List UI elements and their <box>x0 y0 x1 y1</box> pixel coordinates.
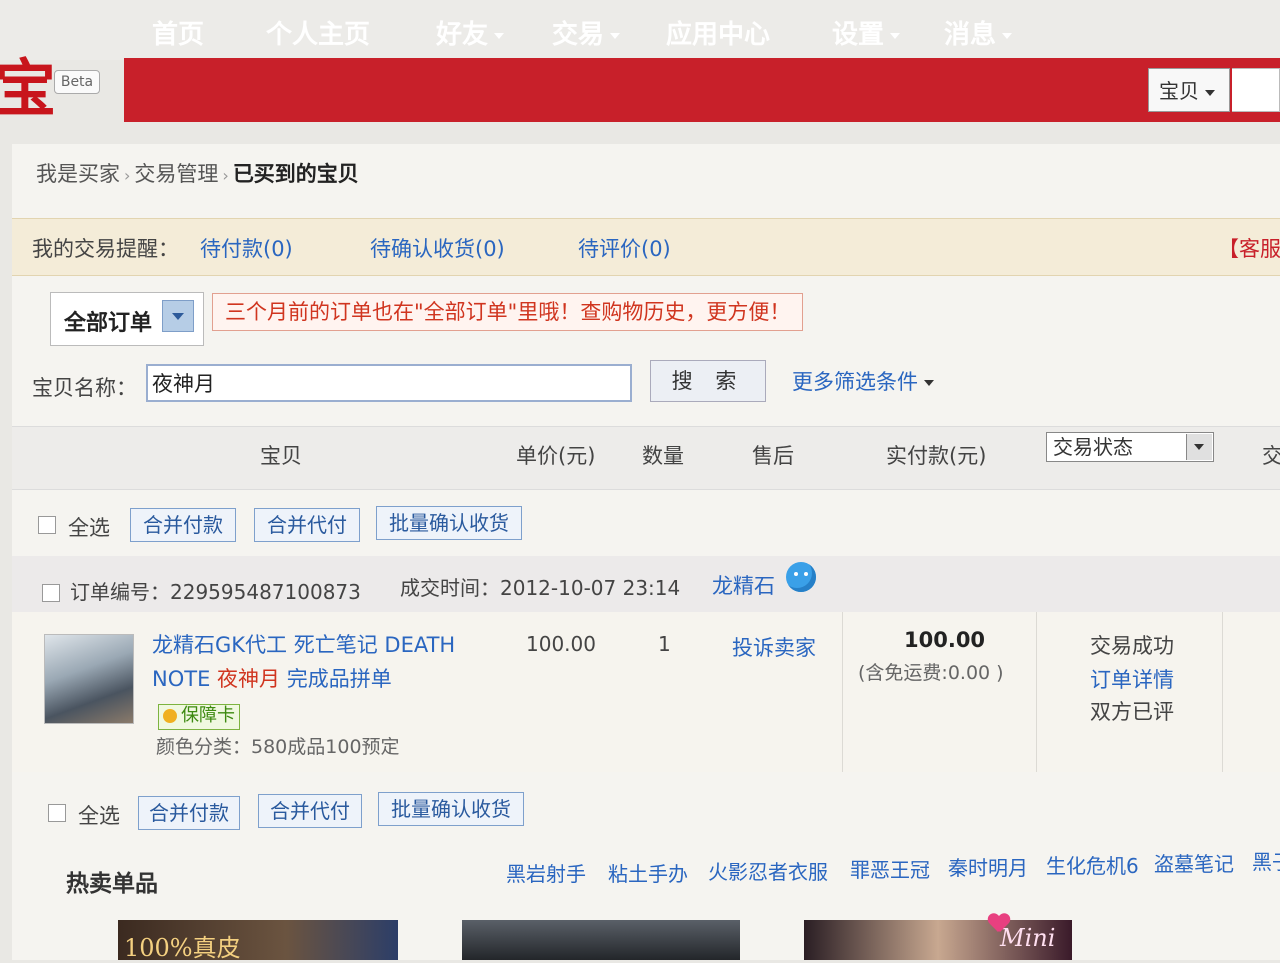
search-button[interactable]: 搜 索 <box>650 360 766 402</box>
select-all-label-top: 全选 <box>68 516 110 540</box>
merge-pay-button-top[interactable]: 合并付款 <box>130 508 236 542</box>
chevron-down-icon[interactable] <box>1186 434 1212 460</box>
select-all-label-bottom: 全选 <box>78 804 120 828</box>
merge-pay-button-bottom[interactable]: 合并付款 <box>138 796 240 830</box>
chevron-down-icon <box>1002 32 1013 39</box>
hot-link[interactable]: 黑岩射手 <box>506 858 586 887</box>
search-scope-select[interactable]: 宝贝 <box>1148 68 1230 112</box>
hot-link[interactable]: 秦时明月 <box>948 852 1028 881</box>
chevron-down-icon[interactable] <box>162 300 194 332</box>
nav-trade[interactable]: 交易 <box>552 14 621 51</box>
breadcrumb-current: 已买到的宝贝 <box>232 162 359 186</box>
nav-friends[interactable]: 好友 <box>436 14 505 51</box>
reminder-label: 我的交易提醒： <box>32 237 179 261</box>
heart-icon <box>988 914 1010 934</box>
nav-messages[interactable]: 消息 <box>944 14 1013 51</box>
order-detail-link[interactable]: 订单详情 <box>1090 664 1174 694</box>
guarantee-badge[interactable]: 保障卡 <box>158 704 240 730</box>
trade-status: 交易成功 <box>1090 634 1174 658</box>
breadcrumb: 我是买家 › 交易管理 › 已买到的宝贝 <box>36 158 359 188</box>
select-all-checkbox-top[interactable] <box>38 516 56 534</box>
main-nav <box>124 58 1280 122</box>
complain-seller-link[interactable]: 投诉卖家 <box>732 632 816 662</box>
chevron-down-icon <box>1205 89 1215 96</box>
breadcrumb-buyer[interactable]: 我是买家 <box>36 162 120 186</box>
seller-link[interactable]: 龙精石 <box>712 570 775 600</box>
batch-confirm-button-top[interactable]: 批量确认收货 <box>376 506 522 540</box>
chevron-right-icon: › <box>222 166 229 185</box>
paid-amount: 100.00 <box>904 628 986 652</box>
merge-proxy-pay-button-bottom[interactable]: 合并代付 <box>258 794 362 828</box>
hot-link[interactable]: 黑子 <box>1252 846 1280 875</box>
chevron-down-icon <box>494 32 505 39</box>
pending-payment-link[interactable]: 待付款(0) <box>200 233 293 263</box>
hot-link[interactable]: 罪恶王冠 <box>850 854 930 883</box>
quantity: 1 <box>658 632 671 656</box>
col-item: 宝贝 <box>260 444 302 468</box>
chat-icon[interactable] <box>786 562 816 592</box>
more-filters-link[interactable]: 更多筛选条件 <box>792 366 934 396</box>
item-title-link[interactable]: 龙精石GK代工 死亡笔记 DEATH NOTE 夜神月 完成品拼单 <box>152 628 472 696</box>
review-status: 双方已评 <box>1090 700 1174 724</box>
order-time: 成交时间：2012-10-07 23:14 <box>400 576 681 600</box>
item-name-label: 宝贝名称： <box>32 376 137 400</box>
chevron-down-icon <box>924 380 934 386</box>
customer-service-link[interactable]: 【客服 <box>1218 233 1280 263</box>
divider <box>842 612 843 772</box>
col-paid: 实付款(元) <box>886 444 987 468</box>
chevron-down-icon <box>890 32 901 39</box>
order-number: 订单编号：229595487100873 <box>70 580 361 604</box>
hot-link[interactable]: 生化危机6 <box>1046 850 1139 879</box>
site-logo[interactable]: 宝 <box>0 58 56 120</box>
order-checkbox[interactable] <box>42 584 60 602</box>
col-trade-ops: 交 <box>1262 444 1280 468</box>
hot-item-image[interactable]: Mini <box>804 920 1072 960</box>
hot-link[interactable]: 粘土手办 <box>608 858 688 887</box>
col-unit-price: 单价(元) <box>516 444 596 468</box>
item-thumbnail[interactable] <box>44 634 134 724</box>
history-notice: 三个月前的订单也在"全部订单"里哦！查购物历史，更方便！ <box>212 293 804 331</box>
merge-proxy-pay-button-top[interactable]: 合并代付 <box>254 508 360 542</box>
banner-text: 100%真皮 <box>124 934 241 962</box>
shipping-note: (含免运费:0.00 ) <box>858 662 1004 684</box>
hot-items-title: 热卖单品 <box>66 871 158 897</box>
select-all-checkbox-bottom[interactable] <box>48 804 66 822</box>
hot-item-image[interactable]: 100%真皮 <box>118 920 398 962</box>
header-search-input[interactable] <box>1232 68 1280 112</box>
batch-confirm-button-bottom[interactable]: 批量确认收货 <box>378 792 524 826</box>
divider <box>1036 612 1037 772</box>
hot-link[interactable]: 火影忍者衣服 <box>708 856 828 885</box>
pending-receipt-link[interactable]: 待确认收货(0) <box>370 233 505 263</box>
pending-review-link[interactable]: 待评价(0) <box>578 233 671 263</box>
nav-home[interactable]: 首页 <box>152 14 204 51</box>
unit-price: 100.00 <box>526 632 596 656</box>
nav-app-center[interactable]: 应用中心 <box>666 14 770 51</box>
col-quantity: 数量 <box>642 444 684 468</box>
item-name-input[interactable] <box>146 364 632 402</box>
item-variant: 颜色分类：580成品100预定 <box>156 736 400 758</box>
chevron-right-icon: › <box>124 166 131 185</box>
hot-item-image[interactable] <box>462 920 740 960</box>
nav-settings[interactable]: 设置 <box>832 14 901 51</box>
breadcrumb-trade-manage[interactable]: 交易管理 <box>134 162 218 186</box>
beta-badge: Beta <box>54 70 100 94</box>
divider <box>1222 612 1223 772</box>
col-after-sale: 售后 <box>752 444 794 468</box>
all-orders-label: 全部订单 <box>64 311 153 336</box>
hot-link[interactable]: 盗墓笔记 <box>1154 848 1234 877</box>
nav-profile[interactable]: 个人主页 <box>266 14 370 51</box>
chevron-down-icon <box>610 32 621 39</box>
